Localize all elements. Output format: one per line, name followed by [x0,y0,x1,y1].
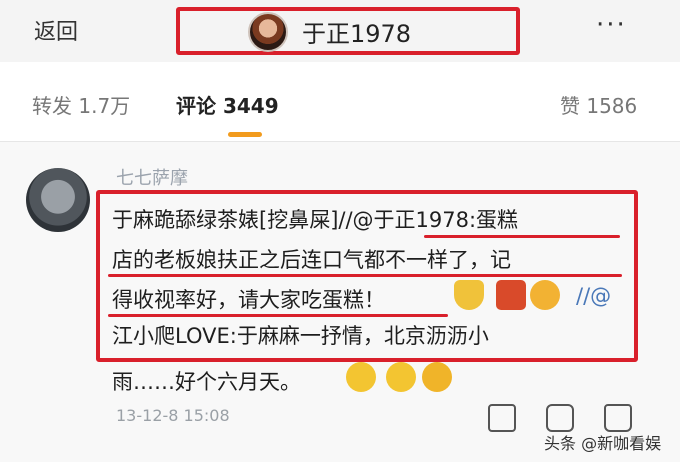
tab-like[interactable]: 赞 1586 [560,90,637,119]
comment-text-line: 得收视率好，请大家吃蛋糕！ [112,288,385,312]
reply-icon[interactable] [546,404,574,432]
page-title: 于正1978 [302,20,412,48]
red-underline [108,274,622,277]
tab-bar: 转发 1.7万 评论 3449 赞 1586 [0,62,680,142]
more-options-button[interactable]: ··· [596,10,627,40]
commenter-avatar[interactable] [26,168,90,232]
active-tab-indicator [228,132,262,137]
top-nav-bar: 返回 于正1978 ··· [0,0,680,62]
tab-repost[interactable]: 转发 1.7万 [32,90,130,119]
back-button[interactable]: 返回 [34,14,78,46]
emoji-icon [422,362,452,392]
emoji-icon [530,280,560,310]
source-watermark: 头条 @新咖看娱 [544,434,662,453]
mention-link[interactable]: //@ [576,284,611,308]
comment-text-line: 雨……好个六月天。 [112,370,301,394]
comment-text-line: 店的老板娘扶正之后连口气都不一样了，记 [112,248,511,272]
comment-text-line: 于麻跪舔绿茶婊[挖鼻屎]//@于正1978:蛋糕 [112,208,519,232]
author-avatar[interactable] [248,12,288,52]
red-underline [424,235,620,238]
emoji-icon [496,280,526,310]
like-icon[interactable] [604,404,632,432]
commenter-username[interactable]: 七七萨摩 [116,164,188,190]
red-underline [108,314,448,317]
edit-icon[interactable] [488,404,516,432]
comment-text-line: 江小爬LOVE:于麻麻一抒情，北京沥沥小 [112,324,489,348]
comment-timestamp: 13-12-8 15:08 [116,406,230,425]
emoji-icon [454,280,484,310]
emoji-icon [386,362,416,392]
emoji-icon [346,362,376,392]
tab-comment[interactable]: 评论 3449 [176,90,279,119]
